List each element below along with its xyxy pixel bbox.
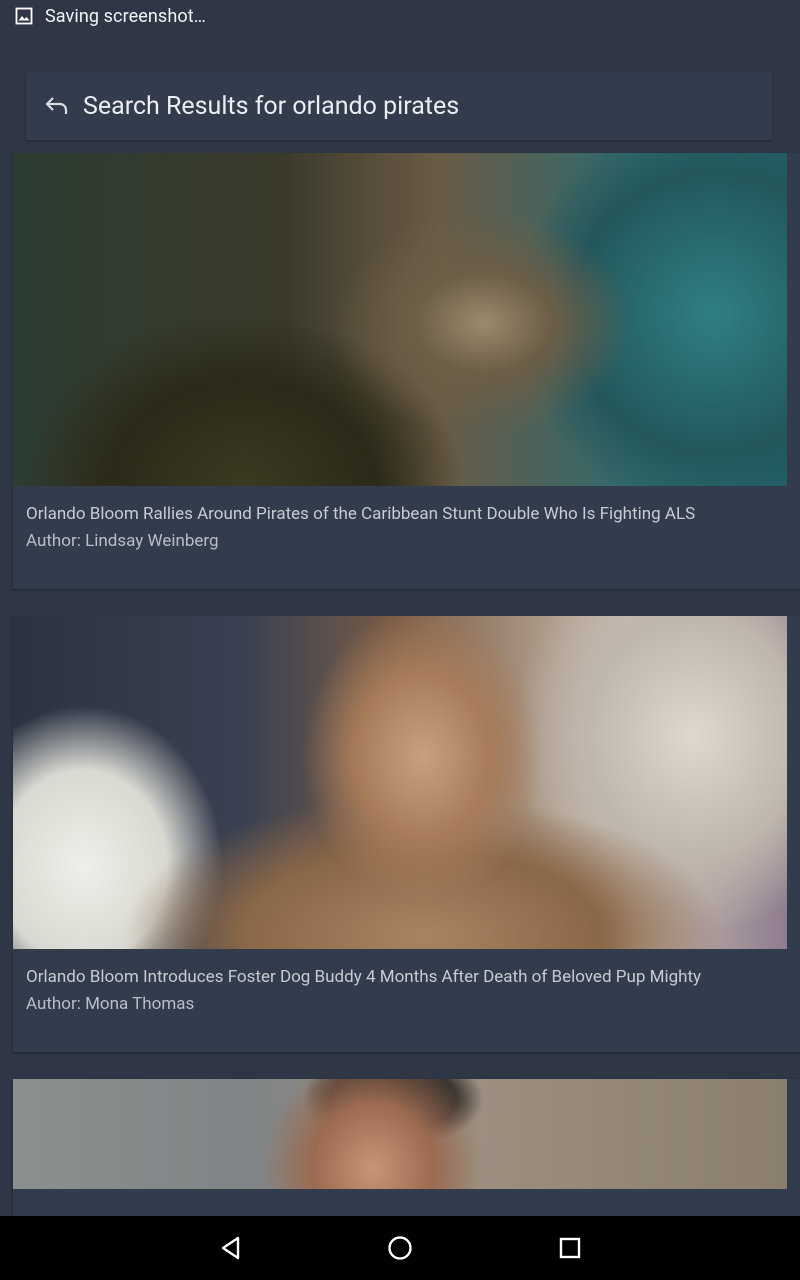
article-title: Orlando Bloom Rallies Around Pirates of … bbox=[26, 504, 696, 524]
back-triangle-icon[interactable] bbox=[211, 1228, 251, 1268]
result-card[interactable]: Orlando Bloom Rallies Around Pirates of … bbox=[13, 153, 800, 589]
article-thumbnail bbox=[13, 153, 787, 486]
image-icon bbox=[14, 6, 34, 26]
status-bar: Saving screenshot… bbox=[0, 0, 800, 32]
search-results-header: Search Results for orlando pirates bbox=[26, 72, 772, 140]
home-circle-icon[interactable] bbox=[380, 1228, 420, 1268]
notification-text: Saving screenshot… bbox=[45, 5, 206, 27]
page-title: Search Results for orlando pirates bbox=[83, 91, 460, 121]
article-title: Orlando Bloom Introduces Foster Dog Budd… bbox=[26, 967, 702, 987]
article-thumbnail bbox=[13, 616, 787, 949]
screen: Saving screenshot… Search Results for or… bbox=[0, 0, 800, 1280]
undo-arrow-icon[interactable] bbox=[42, 91, 72, 121]
recents-square-icon[interactable] bbox=[550, 1228, 590, 1268]
result-card[interactable]: Orlando Bloom Introduces Foster Dog Budd… bbox=[13, 616, 800, 1052]
card-meta: Orlando Bloom Introduces Foster Dog Budd… bbox=[13, 949, 800, 1016]
article-author: Author: Mona Thomas bbox=[26, 994, 195, 1014]
card-meta: Orlando Bloom Rallies Around Pirates of … bbox=[13, 486, 800, 553]
navigation-bar bbox=[0, 1216, 800, 1280]
article-thumbnail bbox=[13, 1079, 787, 1189]
result-card[interactable] bbox=[13, 1079, 800, 1239]
article-author: Author: Lindsay Weinberg bbox=[26, 531, 219, 551]
